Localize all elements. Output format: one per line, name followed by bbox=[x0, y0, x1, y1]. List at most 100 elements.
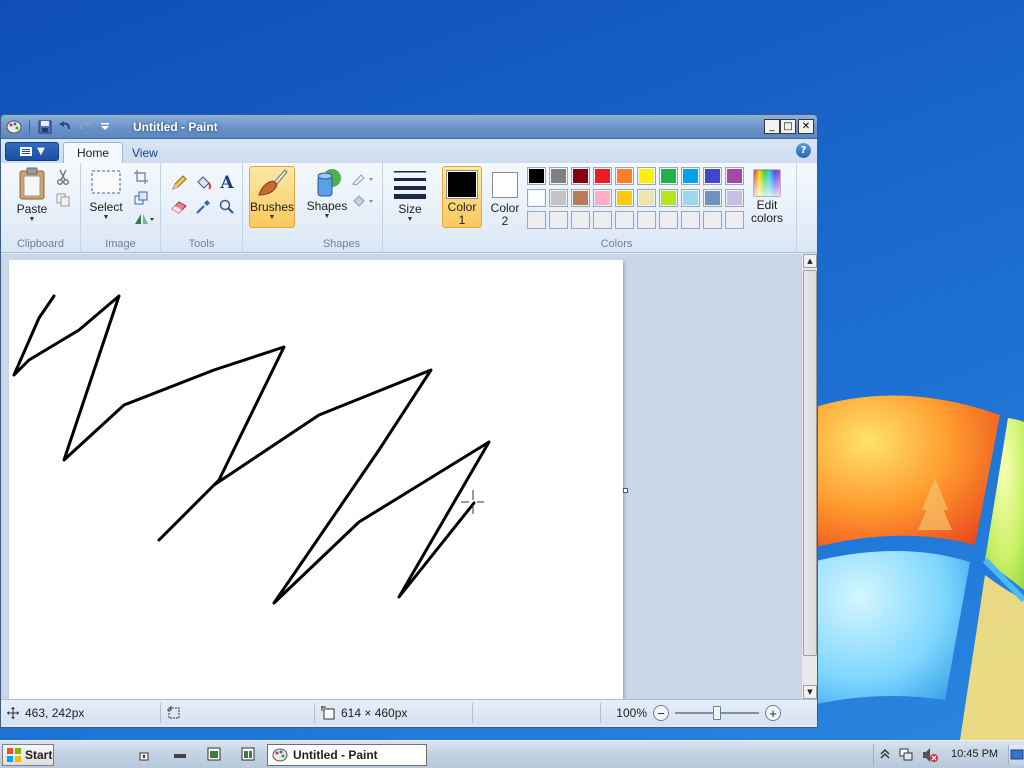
pencil-icon[interactable] bbox=[169, 173, 189, 193]
palette-swatch[interactable] bbox=[703, 211, 722, 229]
clock: 10:45 PM bbox=[951, 748, 999, 760]
palette-swatch[interactable] bbox=[593, 211, 612, 229]
palette-swatch[interactable] bbox=[527, 211, 546, 229]
save-icon[interactable] bbox=[36, 118, 54, 135]
palette-swatch[interactable] bbox=[549, 167, 568, 185]
volume-muted-icon[interactable] bbox=[922, 747, 938, 763]
palette-swatch[interactable] bbox=[637, 211, 656, 229]
maximize-button[interactable]: □ bbox=[780, 119, 796, 134]
fill-bucket-icon[interactable] bbox=[193, 173, 213, 193]
text-tool-icon[interactable]: A bbox=[217, 173, 237, 193]
cut-icon[interactable] bbox=[53, 167, 73, 187]
size-button[interactable]: Size ▼ bbox=[391, 169, 429, 224]
palette-swatch[interactable] bbox=[615, 167, 634, 185]
palette-swatch[interactable] bbox=[659, 211, 678, 229]
palette-swatch[interactable] bbox=[549, 211, 568, 229]
network-icon[interactable] bbox=[898, 747, 914, 763]
canvas-size: 614 × 460px bbox=[341, 706, 408, 720]
palette-swatch[interactable] bbox=[615, 189, 634, 207]
palette-swatch[interactable] bbox=[527, 167, 546, 185]
clipboard-group-label: Clipboard bbox=[16, 238, 65, 250]
palette-swatch[interactable] bbox=[725, 167, 744, 185]
palette-swatch[interactable] bbox=[571, 167, 590, 185]
move-cursor-icon bbox=[7, 707, 19, 719]
color-picker-icon[interactable] bbox=[193, 197, 213, 217]
vertical-scrollbar[interactable]: ▲ ▼ bbox=[801, 254, 817, 699]
palette-swatch-color bbox=[617, 191, 632, 205]
tab-home[interactable]: Home bbox=[63, 142, 124, 163]
color2-button[interactable]: Color 2 bbox=[485, 166, 525, 228]
palette-swatch-color bbox=[639, 213, 654, 227]
zoom-slider[interactable] bbox=[675, 705, 759, 721]
outline-icon[interactable] bbox=[351, 169, 377, 189]
palette-swatch[interactable] bbox=[703, 167, 722, 185]
chevron-down-icon: ▼ bbox=[28, 216, 36, 223]
palette-swatch[interactable] bbox=[681, 211, 700, 229]
palette-swatch[interactable] bbox=[593, 167, 612, 185]
quick-launch-show-desktop-icon[interactable] bbox=[173, 747, 187, 761]
select-button[interactable]: Select ▼ bbox=[89, 169, 123, 222]
brushes-button[interactable]: Brushes ▼ bbox=[249, 166, 295, 228]
magnifier-icon[interactable] bbox=[217, 197, 237, 217]
taskbar-paint-button[interactable]: Untitled - Paint bbox=[267, 744, 427, 766]
palette-swatch[interactable] bbox=[549, 189, 568, 207]
fill-icon[interactable] bbox=[351, 191, 377, 211]
palette-swatch[interactable] bbox=[593, 189, 612, 207]
palette-swatch[interactable] bbox=[571, 189, 590, 207]
palette-swatch[interactable] bbox=[725, 211, 744, 229]
palette-swatch[interactable] bbox=[725, 189, 744, 207]
quick-launch-explorer-icon[interactable] bbox=[241, 747, 255, 761]
resize-icon[interactable] bbox=[131, 188, 151, 208]
drawing-canvas[interactable] bbox=[9, 260, 628, 700]
tab-view[interactable]: View bbox=[119, 142, 171, 163]
palette-swatch[interactable] bbox=[637, 167, 656, 185]
start-label: Start bbox=[25, 748, 53, 762]
zoom-out-button[interactable]: − bbox=[653, 705, 669, 721]
file-menu-button[interactable]: ▼ bbox=[5, 142, 59, 161]
palette-swatch[interactable] bbox=[637, 189, 656, 207]
palette-swatch[interactable] bbox=[659, 189, 678, 207]
crop-icon[interactable] bbox=[131, 167, 151, 187]
redo-icon[interactable] bbox=[76, 118, 94, 135]
show-desktop-button[interactable] bbox=[1008, 745, 1024, 765]
color1-button[interactable]: Color 1 bbox=[442, 166, 482, 228]
rotate-icon[interactable] bbox=[131, 209, 157, 229]
canvas-resize-handle-right[interactable] bbox=[623, 488, 628, 493]
selection-size-icon bbox=[167, 706, 180, 719]
title-bar[interactable]: Untitled - Paint _ □ ✕ bbox=[1, 115, 817, 139]
eraser-icon[interactable] bbox=[169, 197, 189, 217]
palette-swatch-color bbox=[529, 213, 544, 227]
copy-icon[interactable] bbox=[53, 190, 73, 210]
quick-launch-window-icon[interactable] bbox=[207, 747, 221, 761]
scroll-thumb[interactable] bbox=[803, 270, 817, 656]
paste-button[interactable]: Paste ▼ bbox=[13, 167, 51, 224]
zoom-slider-thumb[interactable] bbox=[713, 706, 721, 720]
paint-app-icon[interactable] bbox=[5, 118, 23, 135]
palette-swatch[interactable] bbox=[681, 167, 700, 185]
help-icon[interactable]: ? bbox=[796, 143, 811, 158]
show-hidden-icons-icon[interactable] bbox=[880, 748, 890, 760]
palette-swatch[interactable] bbox=[527, 189, 546, 207]
quick-launch-desktop-icon[interactable] bbox=[137, 747, 151, 761]
palette-swatch[interactable] bbox=[615, 211, 634, 229]
customize-qat-icon[interactable] bbox=[96, 118, 114, 135]
undo-icon[interactable] bbox=[56, 118, 74, 135]
palette-swatch[interactable] bbox=[571, 211, 590, 229]
palette-swatch-color bbox=[661, 213, 676, 227]
palette-swatch[interactable] bbox=[681, 189, 700, 207]
edit-colors-label: Edit colors bbox=[751, 199, 783, 225]
colors-group: Color 1 Color 2 Edit colors Colors bbox=[437, 163, 797, 253]
minimize-button[interactable]: _ bbox=[764, 119, 780, 134]
scroll-down-arrow-icon[interactable]: ▼ bbox=[803, 685, 817, 699]
close-button[interactable]: ✕ bbox=[798, 119, 814, 134]
color2-label-line1: Color bbox=[490, 201, 520, 215]
shapes-button[interactable]: Shapes ▼ bbox=[305, 166, 349, 221]
edit-colors-button[interactable]: Edit colors bbox=[747, 169, 787, 225]
palette-swatch[interactable] bbox=[659, 167, 678, 185]
zoom-in-button[interactable]: + bbox=[765, 705, 781, 721]
palette-swatch[interactable] bbox=[703, 189, 722, 207]
cursor-position: 463, 242px bbox=[25, 706, 85, 720]
scroll-up-arrow-icon[interactable]: ▲ bbox=[803, 254, 817, 268]
start-button[interactable]: Start bbox=[2, 744, 54, 766]
chevron-down-icon: ▼ bbox=[268, 214, 276, 221]
